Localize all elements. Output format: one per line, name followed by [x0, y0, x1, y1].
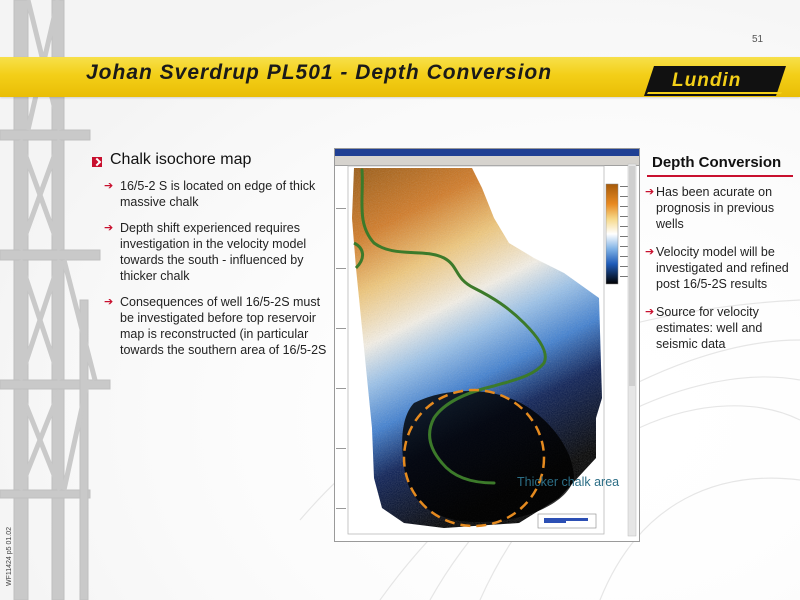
right-bullet-list: ➔ Has been acurate on prognosis in previo…: [645, 184, 796, 364]
list-item: ➔ Source for velocity estimates: well and…: [645, 305, 763, 351]
left-bullet-list: ➔ 16/5-2 S is located on edge of thick ma…: [104, 178, 330, 368]
list-item: ➔ Depth shift experienced requires invest…: [104, 221, 307, 283]
page-number: 51: [752, 34, 764, 45]
footer-code: WF11424 p5 01.02: [6, 526, 13, 586]
arrow-right-icon: ➔: [104, 222, 114, 234]
arrow-right-icon: ➔: [645, 306, 655, 318]
slide-title: Johan Sverdrup PL501 - Depth Conversion: [86, 61, 553, 84]
arrow-right-icon: ➔: [104, 180, 114, 192]
list-item: ➔ Has been acurate on prognosis in previo…: [645, 185, 775, 231]
section-heading: Chalk isochore map: [110, 151, 252, 168]
list-item: ➔ 16/5-2 S is located on edge of thick ma…: [104, 179, 316, 209]
right-heading: Depth Conversion: [652, 154, 782, 171]
list-item: ➔ Velocity model will be investigated and…: [645, 245, 789, 291]
arrow-right-icon: ➔: [645, 186, 655, 198]
logo-text: Lundin: [672, 70, 742, 91]
callout-label: Thicker chalk area: [517, 475, 620, 489]
list-item: ➔ Consequences of well 16/5-2S must be in…: [104, 295, 327, 357]
right-heading-underline: [647, 175, 793, 177]
arrow-right-icon: ➔: [645, 246, 655, 258]
arrow-right-icon: ➔: [104, 296, 114, 308]
color-scale-bar: [605, 183, 619, 285]
red-square-arrow-icon: [92, 157, 102, 167]
